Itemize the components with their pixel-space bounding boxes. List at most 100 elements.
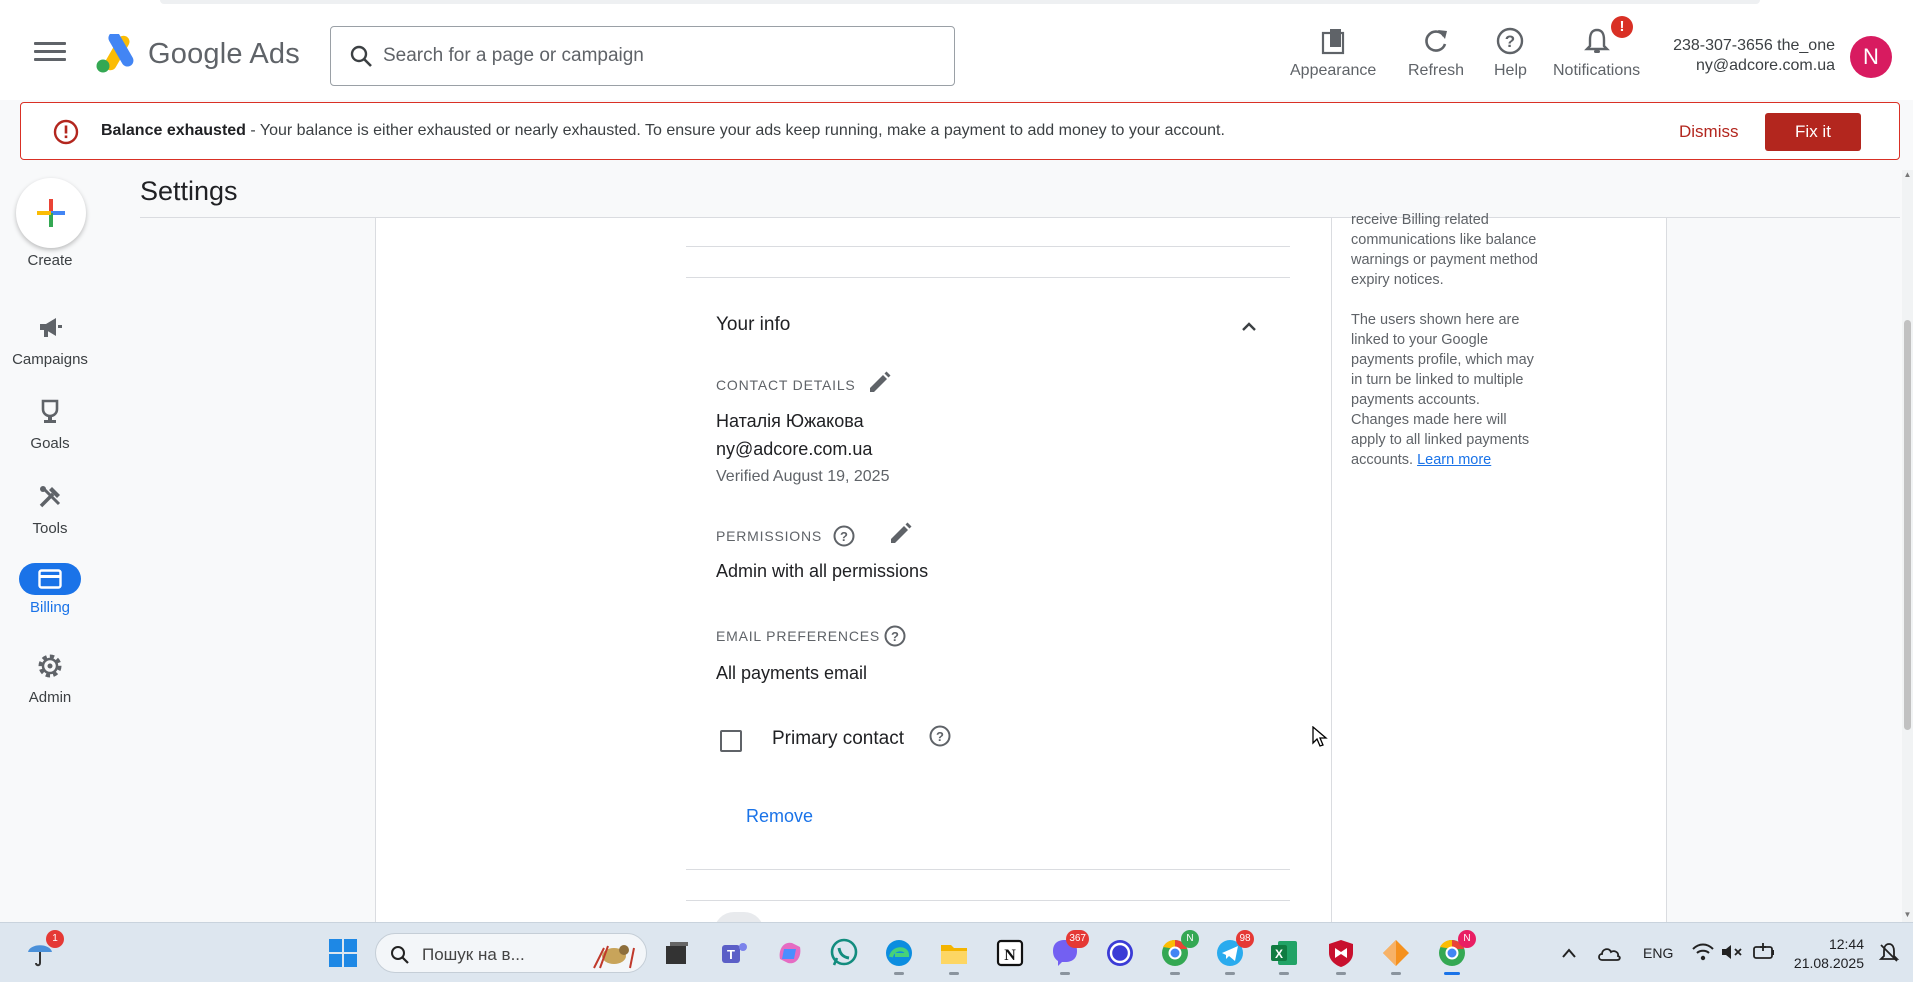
nav-item-admin[interactable]: Admin: [0, 652, 100, 706]
account-customer-id: 238-307-3656 the_one: [1673, 37, 1835, 54]
alert-banner: Balance exhausted - Your balance is eith…: [20, 102, 1900, 160]
create-button[interactable]: [16, 178, 86, 248]
main-menu-button[interactable]: [34, 42, 66, 66]
language-indicator[interactable]: ENG: [1643, 945, 1673, 961]
permissions-help-icon[interactable]: ?: [832, 524, 856, 548]
svg-text:?: ?: [891, 629, 899, 644]
volume-muted-icon[interactable]: [1720, 942, 1744, 962]
alert-text: - Your balance is either exhausted or ne…: [245, 122, 1225, 139]
folder-icon: [941, 945, 967, 964]
nav-label-campaigns: Campaigns: [12, 351, 88, 368]
dismiss-button[interactable]: Dismiss: [1679, 122, 1739, 142]
messenger-ring-icon: [1107, 940, 1133, 966]
taskbar-search-icon: [391, 946, 409, 964]
taskbar-app-teams[interactable]: T: [718, 937, 750, 969]
taskbar-app-telegram[interactable]: 98: [1214, 930, 1254, 975]
edge-icon: [886, 940, 912, 966]
viber-badge: 367: [1066, 930, 1089, 948]
shield-icon: [1329, 940, 1353, 967]
system-clock[interactable]: 12:44 21.08.2025: [1790, 935, 1864, 973]
battery-plug-icon[interactable]: [1752, 941, 1776, 963]
account-info[interactable]: 238-307-3656 the_one ny@adcore.com.ua: [1673, 36, 1835, 76]
billing-active-pill: [19, 563, 81, 595]
edge-running-indicator: [894, 972, 904, 975]
wifi-icon[interactable]: [1691, 942, 1715, 962]
onedrive-cloud-icon[interactable]: [1596, 943, 1622, 963]
fix-it-button[interactable]: Fix it: [1765, 113, 1861, 151]
permissions-value: Admin with all permissions: [716, 561, 929, 581]
nav-item-goals[interactable]: Goals: [0, 398, 100, 452]
edit-contact-icon[interactable]: [866, 370, 892, 396]
side-help-para-2: The users shown here are linked to your …: [1351, 310, 1541, 470]
taskbar-app-excel[interactable]: X: [1268, 937, 1300, 975]
taskbar-app-explorer[interactable]: [938, 937, 970, 975]
remove-button[interactable]: Remove: [746, 806, 813, 827]
taskbar-app-viber[interactable]: 367: [1049, 930, 1089, 975]
clock-date: 21.08.2025: [1793, 955, 1864, 971]
taskbar-app-messenger[interactable]: [1104, 937, 1136, 969]
primary-contact-help-icon[interactable]: ?: [928, 724, 952, 748]
brand-name: Google Ads: [148, 38, 300, 70]
scrollbar-thumb[interactable]: [1904, 320, 1911, 730]
svg-text:T: T: [727, 947, 735, 962]
learn-more-link[interactable]: Learn more: [1417, 452, 1491, 468]
search-box[interactable]: [330, 26, 955, 86]
taskbar-app-mcafee[interactable]: [1325, 937, 1357, 975]
contact-details-label: CONTACT DETAILS: [716, 377, 856, 393]
diamond-app-icon: [1383, 940, 1409, 966]
nav-item-campaigns[interactable]: Campaigns: [0, 314, 100, 368]
taskbar-app-edge[interactable]: [883, 937, 915, 975]
bird-illustration-icon: [593, 945, 635, 969]
nav-item-billing[interactable]: Billing: [0, 563, 100, 616]
billing-card-icon: [38, 569, 62, 589]
svg-text:N: N: [1004, 947, 1016, 964]
side-help-para-1: receive Billing related communications l…: [1351, 212, 1538, 288]
notifications-button[interactable]: ! Notifications: [1553, 16, 1640, 80]
taskbar-app-notion[interactable]: N: [994, 937, 1026, 969]
refresh-button[interactable]: Refresh: [1408, 26, 1464, 80]
alert-title: Balance exhausted: [101, 122, 246, 139]
taskbar-search[interactable]: Пошук на в...: [375, 933, 647, 973]
help-button[interactable]: ? Help: [1494, 26, 1527, 80]
taskbar-app-chrome-profile[interactable]: N: [1159, 930, 1199, 975]
edit-permissions-icon[interactable]: [887, 521, 913, 547]
scroll-down-arrow[interactable]: ▼: [1902, 910, 1913, 919]
svg-text:?: ?: [840, 529, 848, 544]
appearance-button[interactable]: Appearance: [1290, 26, 1376, 80]
notification-center-bell-icon[interactable]: [1878, 942, 1900, 964]
section-divider-bottom-1: [686, 869, 1290, 870]
taskbar-app-taskview[interactable]: [661, 937, 693, 969]
plus-icon: [37, 199, 65, 227]
notion-icon: N: [996, 939, 1024, 967]
column-divider: [1331, 218, 1332, 922]
chrome-active-indicator: [1444, 972, 1460, 975]
taskbar-app-copilot[interactable]: [774, 937, 806, 969]
taskbar-app-whatsapp[interactable]: [828, 937, 860, 969]
side-help-panel: receive Billing related communications l…: [1351, 210, 1541, 490]
trophy-icon: [41, 399, 59, 423]
teams-icon: T: [722, 943, 747, 963]
alert-message: Balance exhausted - Your balance is eith…: [101, 122, 1225, 140]
bell-icon: [1583, 28, 1610, 53]
chevron-up-icon[interactable]: [1238, 316, 1260, 338]
search-input[interactable]: [383, 41, 923, 71]
hamburger-icon: [34, 42, 66, 45]
taskbar-app-chrome-active[interactable]: N: [1436, 930, 1476, 975]
alert-icon: [53, 119, 79, 145]
nav-item-tools[interactable]: Tools: [0, 483, 100, 537]
scroll-up-arrow[interactable]: ▲: [1902, 170, 1913, 179]
whatsapp-icon: [830, 938, 858, 966]
create-label: Create: [27, 252, 73, 269]
refresh-icon: [1425, 30, 1448, 52]
chevron-up-tray-icon[interactable]: [1560, 945, 1578, 961]
avatar[interactable]: N: [1850, 36, 1892, 78]
svg-text:X: X: [1275, 947, 1283, 961]
explorer-running-indicator: [949, 972, 959, 975]
telegram-running-indicator: [1225, 972, 1235, 975]
start-button[interactable]: [327, 937, 359, 969]
email-preferences-help-icon[interactable]: ?: [883, 624, 907, 648]
nav-create-label-wrap: Create: [0, 252, 100, 269]
primary-contact-checkbox[interactable]: [720, 730, 742, 752]
weather-widget[interactable]: 1: [24, 930, 64, 969]
taskbar-app-figma-like[interactable]: [1380, 937, 1412, 975]
